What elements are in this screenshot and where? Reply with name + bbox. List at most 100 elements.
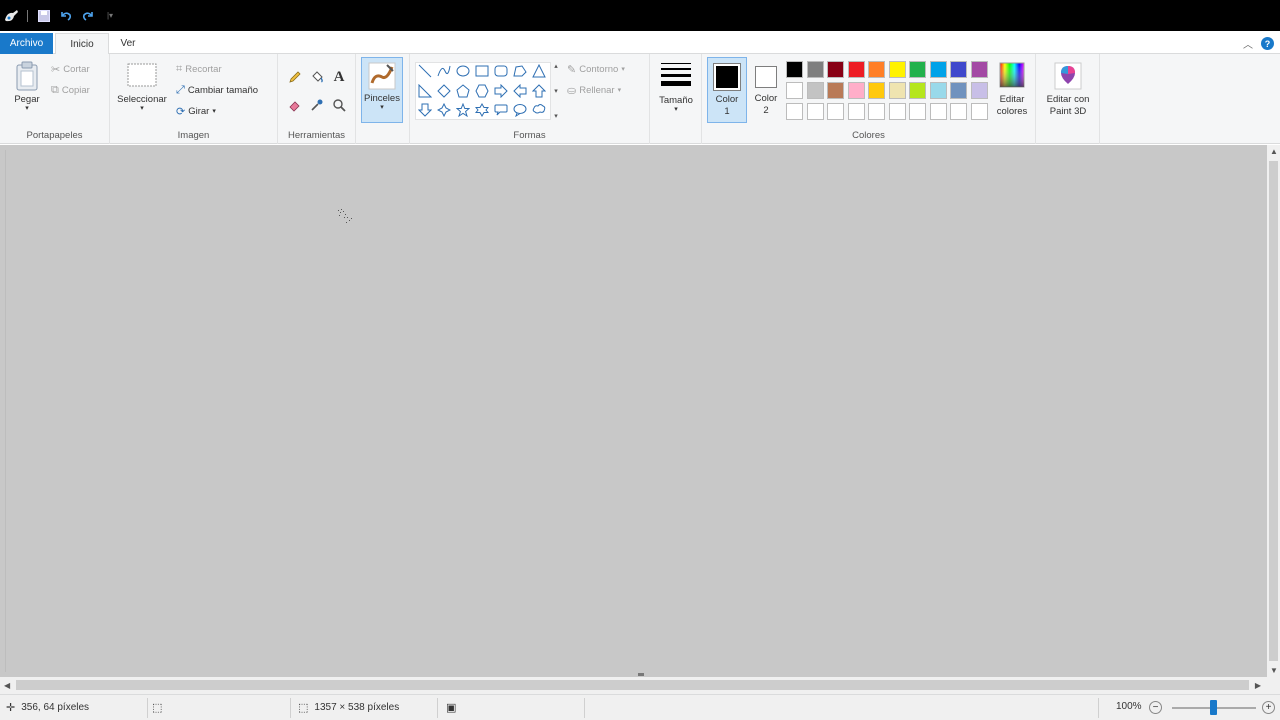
palette-swatch[interactable] (868, 61, 885, 78)
palette-swatch[interactable] (950, 61, 967, 78)
palette-swatch[interactable] (929, 103, 947, 120)
size-button[interactable]: Tamaño ▾ (655, 62, 697, 114)
color2-button[interactable]: Color 2 (750, 57, 782, 123)
eraser-icon[interactable] (286, 96, 304, 114)
customize-arrow-icon[interactable]: |▾ (102, 8, 118, 24)
palette-swatch[interactable] (806, 82, 824, 99)
rounded-callout-shape-icon[interactable] (493, 102, 509, 118)
hexagon-shape-icon[interactable] (474, 83, 490, 99)
redo-icon[interactable] (80, 8, 96, 24)
shapes-expand-icon[interactable]: ▾ (554, 112, 558, 120)
palette-swatch[interactable] (786, 103, 803, 120)
diamond-shape-icon[interactable] (436, 83, 452, 99)
tab-file[interactable]: Archivo (0, 33, 53, 54)
color1-button[interactable]: Color 1 (707, 57, 747, 123)
zoom-slider-thumb[interactable] (1209, 700, 1217, 715)
vertical-scrollbar[interactable]: ▲ ▼ (1267, 145, 1280, 677)
scroll-up-icon[interactable]: ▲ (1270, 147, 1278, 156)
polygon-shape-icon[interactable] (512, 63, 528, 79)
palette-swatch[interactable] (970, 103, 988, 120)
edit-with-paint3d-button[interactable]: Editar con Paint 3D (1040, 62, 1096, 118)
palette-swatch[interactable] (847, 82, 865, 99)
palette-swatch[interactable] (888, 61, 906, 78)
copy-button[interactable]: ⧉ Copiar (51, 84, 90, 97)
rounded-rectangle-shape-icon[interactable] (493, 63, 509, 79)
palette-swatch[interactable] (847, 103, 865, 120)
edit-colors-button[interactable]: Editar colores (992, 62, 1032, 118)
curve-shape-icon[interactable] (436, 63, 452, 79)
palette-swatch[interactable] (827, 103, 844, 120)
line-shape-icon[interactable] (417, 63, 433, 79)
scroll-left-icon[interactable]: ◀ (4, 681, 10, 690)
palette-swatch[interactable] (970, 82, 988, 99)
zoom-in-button[interactable]: + (1262, 701, 1275, 714)
tab-view[interactable]: Ver (110, 33, 146, 54)
oval-shape-icon[interactable] (455, 63, 471, 79)
undo-icon[interactable] (58, 8, 74, 24)
right-triangle-shape-icon[interactable] (417, 83, 433, 99)
palette-swatch[interactable] (868, 103, 885, 120)
pencil-icon[interactable] (286, 68, 304, 86)
palette-swatch[interactable] (868, 82, 885, 99)
scroll-down-icon[interactable]: ▼ (1270, 666, 1278, 675)
pentagon-shape-icon[interactable] (455, 83, 471, 99)
paste-button[interactable]: Pegar ▾ (10, 61, 44, 113)
brushes-button[interactable]: Pinceles ▾ (361, 57, 403, 123)
palette-swatch[interactable] (950, 103, 967, 120)
scroll-right-icon[interactable]: ▶ (1255, 681, 1261, 690)
right-arrow-shape-icon[interactable] (493, 83, 509, 99)
four-point-star-shape-icon[interactable] (436, 102, 452, 118)
down-arrow-shape-icon[interactable] (417, 102, 433, 118)
magnifier-icon[interactable] (330, 96, 348, 114)
save-icon[interactable] (36, 8, 52, 24)
fill-bucket-icon[interactable] (308, 68, 326, 86)
cut-button[interactable]: ✂ Cortar (51, 63, 90, 76)
five-point-star-shape-icon[interactable] (455, 102, 471, 118)
vertical-scroll-thumb[interactable] (1269, 161, 1278, 661)
palette-swatch[interactable] (806, 103, 824, 120)
rectangle-shape-icon[interactable] (474, 63, 490, 79)
palette-swatch[interactable] (827, 61, 844, 78)
palette-swatch[interactable] (929, 82, 947, 99)
zoom-out-button[interactable]: − (1149, 701, 1162, 714)
rotate-button[interactable]: ⟳ Girar ▾ (176, 105, 216, 118)
select-button[interactable]: Seleccionar ▾ (114, 62, 170, 113)
palette-swatch[interactable] (827, 82, 844, 99)
triangle-shape-icon[interactable] (531, 63, 547, 79)
help-icon[interactable]: ? (1261, 37, 1274, 50)
crop-button[interactable]: ⌗ Recortar (176, 63, 222, 76)
palette-swatch[interactable] (909, 82, 926, 99)
up-arrow-shape-icon[interactable] (531, 83, 547, 99)
tab-home[interactable]: Inicio (55, 33, 109, 55)
drawing-canvas[interactable] (5, 150, 1262, 672)
palette-swatch[interactable] (970, 61, 988, 78)
palette-swatch[interactable] (909, 103, 926, 120)
shapes-scroll-up-icon[interactable]: ▴ (554, 62, 558, 70)
horizontal-scroll-thumb[interactable] (16, 680, 1249, 690)
palette-swatch[interactable] (888, 82, 906, 99)
cloud-callout-shape-icon[interactable] (531, 102, 547, 118)
oval-callout-shape-icon[interactable] (512, 102, 528, 118)
palette-swatch[interactable] (888, 103, 906, 120)
palette-swatch[interactable] (786, 61, 803, 78)
palette-swatch[interactable] (950, 82, 967, 99)
fill-button[interactable]: ⛀ Rellenar ▾ (567, 84, 621, 97)
resize-button[interactable]: ⤢ Cambiar tamaño (176, 84, 258, 97)
left-arrow-shape-icon[interactable] (512, 83, 528, 99)
paint-app-icon[interactable] (3, 8, 19, 24)
palette-swatch[interactable] (806, 61, 824, 78)
collapse-ribbon-icon[interactable]: ︿ (1243, 36, 1253, 51)
status-separator (1098, 698, 1099, 718)
text-icon[interactable]: A (330, 68, 348, 86)
canvas-resize-handle[interactable] (638, 673, 644, 676)
horizontal-scrollbar[interactable]: ◀ ▶ (0, 677, 1267, 694)
color-picker-icon[interactable] (308, 96, 326, 114)
outline-button[interactable]: ✎ Contorno ▾ (567, 63, 625, 76)
palette-swatch[interactable] (929, 61, 947, 78)
palette-swatch[interactable] (786, 82, 803, 99)
palette-swatch[interactable] (847, 61, 865, 78)
palette-swatch[interactable] (909, 61, 926, 78)
shapes-scroll-down-icon[interactable]: ▾ (554, 87, 558, 95)
six-point-star-shape-icon[interactable] (474, 102, 490, 118)
shapes-gallery-scroll[interactable]: ▴ ▾ ▾ (551, 62, 561, 120)
